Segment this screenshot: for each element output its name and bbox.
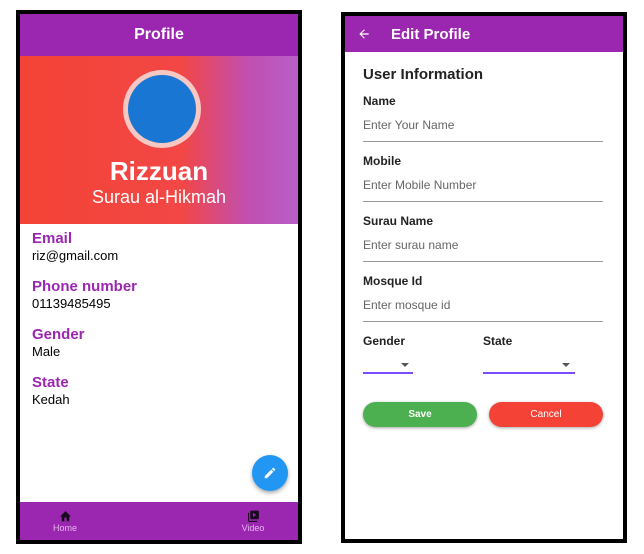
caret-down-icon [562, 363, 570, 367]
nav-item-home[interactable]: Home [20, 502, 110, 540]
field-label: Name [363, 94, 396, 108]
info-value: Male [32, 344, 61, 359]
field-label: Mobile [363, 154, 401, 168]
profile-info-list: Email riz@gmail.com Phone number 0113948… [20, 224, 298, 428]
edit-profile-screen: Edit Profile User Information Name Mobil… [341, 12, 627, 543]
info-value: riz@gmail.com [32, 248, 119, 263]
field-label: State [483, 334, 513, 348]
state-field: State [483, 334, 603, 374]
section-title: User Information [363, 66, 484, 83]
app-bar: Edit Profile [345, 16, 623, 52]
surau-name-field: Surau Name [363, 214, 603, 262]
dropdown-row: Gender State [363, 334, 603, 374]
name-field: Name [363, 94, 603, 142]
field-label: Mosque Id [363, 274, 423, 288]
arrow-left-icon [359, 29, 369, 39]
save-button[interactable]: Save [363, 402, 477, 427]
form-buttons: Save Cancel [363, 402, 603, 427]
field-label: Surau Name [363, 214, 434, 228]
info-label: Gender [32, 326, 85, 343]
nav-label: Home [52, 522, 77, 533]
app-bar: Profile [20, 14, 298, 56]
profile-screen: Profile Rizzuan Surau al-Hikmah Email ri… [16, 10, 302, 544]
gender-field: Gender [363, 334, 483, 374]
info-label: State [32, 374, 69, 391]
profile-organization: Surau al-Hikmah [91, 187, 227, 207]
mobile-field: Mobile [363, 154, 603, 202]
page-title: Edit Profile [391, 25, 471, 43]
nav-item-video[interactable]: Video [208, 502, 298, 540]
cancel-button[interactable]: Cancel [489, 402, 603, 427]
edit-profile-button[interactable] [252, 455, 288, 491]
field-label: Gender [363, 334, 406, 348]
edit-profile-form: User Information Name Mobile Surau Name … [345, 52, 623, 427]
mosque-id-field: Mosque Id [363, 274, 603, 322]
info-value: 01139485495 [32, 296, 111, 311]
info-email: Email riz@gmail.com [32, 230, 286, 264]
info-phone: Phone number 01139485495 [32, 278, 286, 312]
state-dropdown[interactable] [483, 360, 575, 374]
nav-label: Video [241, 522, 265, 533]
info-state: State Kedah [32, 374, 286, 408]
home-icon [59, 510, 71, 521]
profile-header: Rizzuan Surau al-Hikmah [20, 56, 298, 224]
surau-name-input[interactable] [363, 238, 603, 262]
video-library-icon [247, 510, 259, 522]
name-input[interactable] [363, 118, 603, 142]
caret-down-icon [401, 363, 409, 367]
pencil-icon [264, 467, 276, 479]
page-title: Profile [134, 26, 184, 43]
mosque-id-input[interactable] [363, 298, 603, 322]
info-label: Email [32, 230, 73, 247]
avatar-ring [123, 70, 201, 148]
bottom-navigation: Home Video [20, 502, 298, 540]
info-label: Phone number [32, 278, 138, 295]
avatar[interactable] [128, 75, 196, 143]
profile-name: Rizzuan [109, 156, 209, 186]
gender-dropdown[interactable] [363, 360, 413, 374]
info-gender: Gender Male [32, 326, 286, 360]
info-value: Kedah [32, 392, 70, 407]
mobile-input[interactable] [363, 178, 603, 202]
back-button[interactable] [357, 27, 377, 41]
